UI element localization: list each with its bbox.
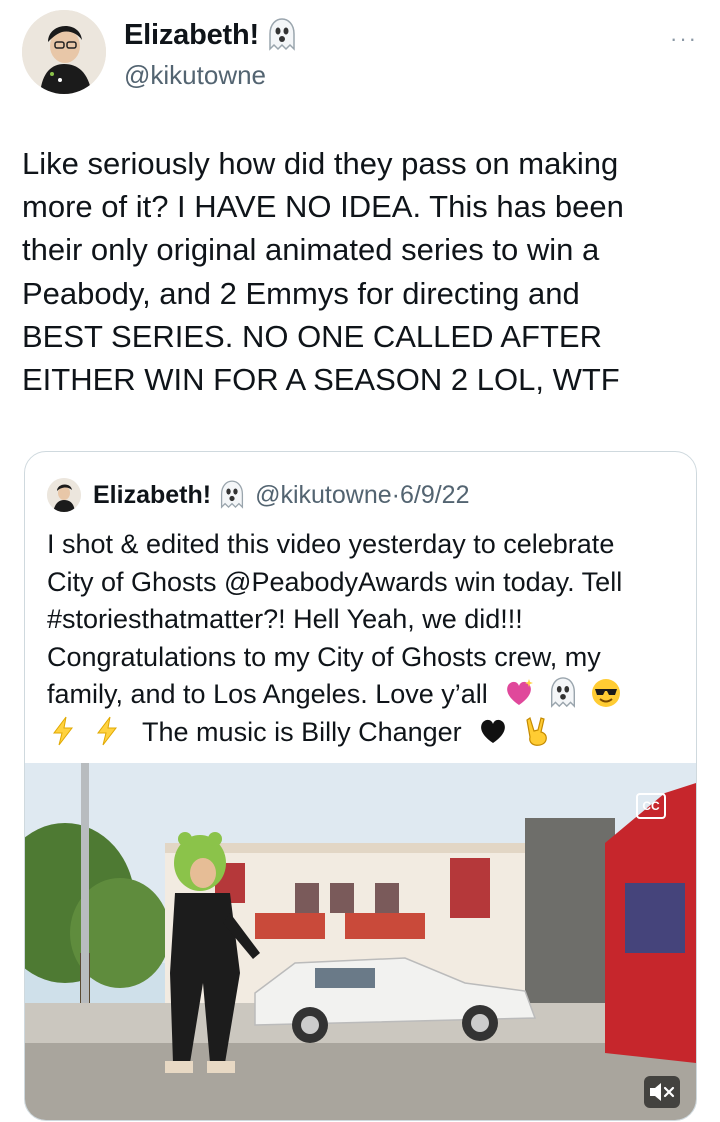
quoted-tweet-header: Elizabeth! @kikutowne · 6/9/22 <box>47 478 469 512</box>
quoted-text-line-5: family, and to Los Angeles. Love y’all <box>47 676 677 714</box>
quoted-author-name[interactable]: Elizabeth! <box>93 481 211 510</box>
ghost-icon <box>267 18 297 52</box>
video-frame <box>25 763 696 1120</box>
quoted-tweet-text: I shot & edited this video yesterday to … <box>47 526 677 751</box>
quoted-tweet[interactable]: Elizabeth! @kikutowne · 6/9/22 I shot & … <box>24 451 697 1121</box>
more-options-icon[interactable]: ··· <box>670 26 698 52</box>
captions-button[interactable]: CC <box>636 793 666 819</box>
muted-speaker-icon <box>650 1083 675 1101</box>
sparkling-heart-icon <box>503 677 535 709</box>
separator-dot: · <box>391 480 400 509</box>
ghost-icon <box>219 480 245 510</box>
mute-button[interactable] <box>644 1076 680 1108</box>
author-display-name[interactable]: Elizabeth! <box>124 19 259 52</box>
tweet-text: Like seriously how did they pass on maki… <box>22 146 624 398</box>
victory-hand-icon <box>521 715 553 747</box>
quoted-tweet-date[interactable]: 6/9/22 <box>400 481 470 510</box>
quoted-author-handle[interactable]: @kikutowne <box>255 481 392 510</box>
lightning-icon <box>47 715 79 747</box>
sunglasses-face-icon <box>590 677 622 709</box>
quoted-text-line: City of Ghosts @PeabodyAwards win today.… <box>47 566 623 597</box>
quoted-text-line-6: The music is Billy Changer <box>47 714 677 752</box>
black-heart-icon <box>477 715 509 747</box>
tweet-header: Elizabeth! @kikutowne ··· <box>22 10 698 94</box>
author-handle[interactable]: @kikutowne <box>124 60 266 91</box>
quoted-text-segment: The music is Billy Changer <box>142 716 462 747</box>
lightning-icon <box>91 715 123 747</box>
embedded-video[interactable]: CC <box>25 763 696 1120</box>
quoted-text-segment: family, and to Los Angeles. Love y’all <box>47 679 488 709</box>
author-avatar[interactable] <box>22 10 106 94</box>
author-name-row[interactable]: Elizabeth! <box>124 18 297 52</box>
quoted-text-line: I shot & edited this video yesterday to … <box>47 529 615 559</box>
quoted-text-line: Congratulations to my City of Ghosts cre… <box>47 641 601 672</box>
ghost-icon <box>547 677 579 709</box>
quoted-author-avatar[interactable] <box>47 478 81 512</box>
quoted-text-line: #storiesthatmatter?! Hell Yeah, we did!!… <box>47 604 523 634</box>
